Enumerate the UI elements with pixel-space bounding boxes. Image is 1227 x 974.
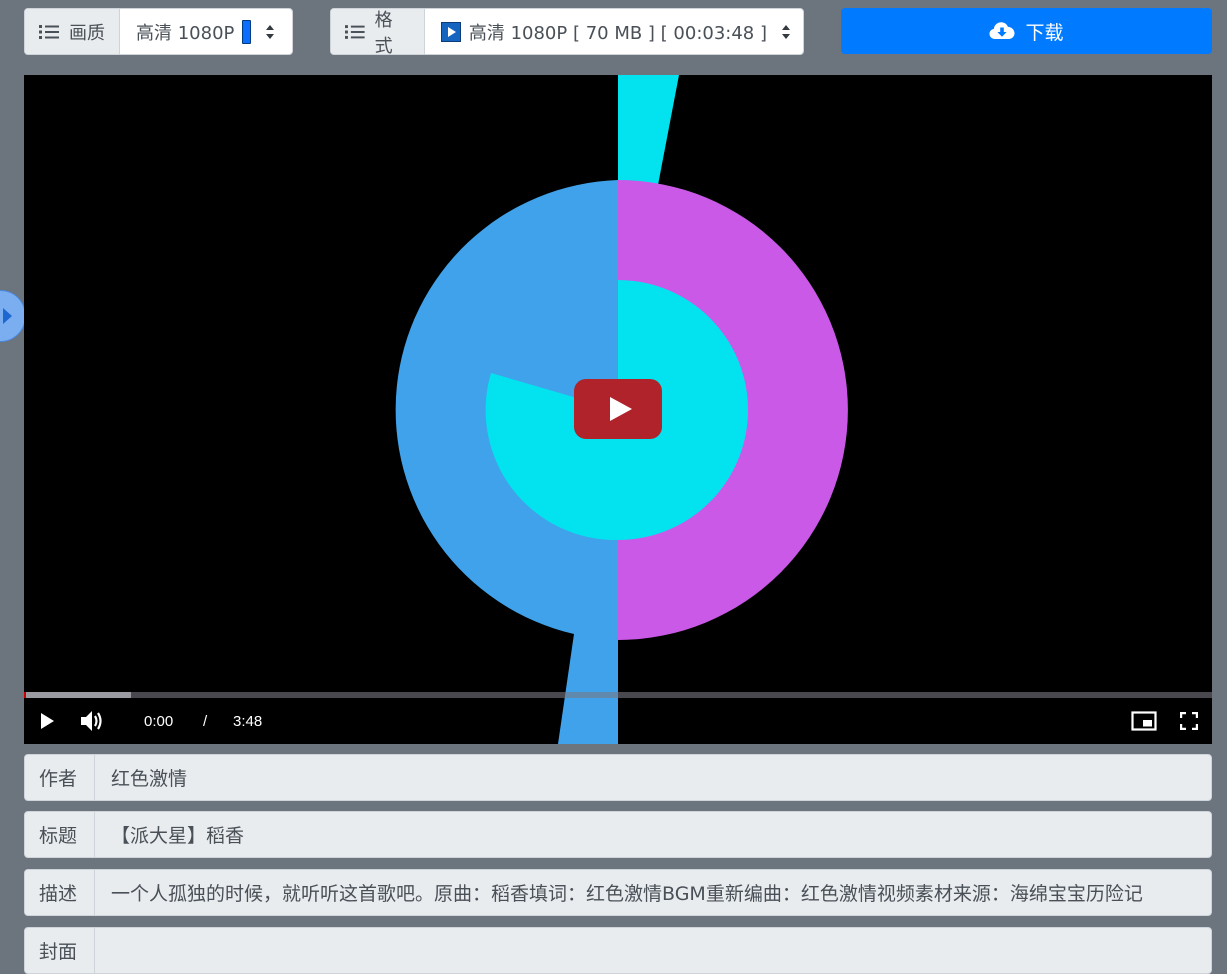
title-field: 标题 【派大星】稻香: [24, 811, 1212, 858]
format-label: 格式: [331, 9, 425, 54]
format-select-group: 格式 高清 1080P [ 70 MB ] [ 00:03:48 ]: [330, 8, 804, 55]
author-field: 作者 红色激情: [24, 754, 1212, 801]
cloud-download-icon: [989, 22, 1015, 39]
cover-value[interactable]: [95, 928, 1211, 973]
duration: 3:48: [233, 712, 263, 730]
hd-badge-icon: [242, 19, 252, 44]
side-panel-toggle[interactable]: [0, 290, 26, 342]
big-play-button[interactable]: [574, 379, 662, 439]
play-icon: [41, 713, 54, 729]
title-label: 标题: [25, 812, 95, 857]
select-caret-icon: [782, 24, 790, 39]
quality-select[interactable]: 高清 1080P: [120, 9, 287, 54]
list-icon: [345, 24, 365, 39]
quality-label: 画质: [25, 9, 120, 54]
cover-label: 封面: [25, 928, 95, 973]
quality-label-text: 画质: [69, 22, 105, 44]
description-value[interactable]: 一个人孤独的时候，就听听这首歌吧。原曲：稻香填词：红色激情BGM重新编曲：红色激…: [95, 870, 1211, 915]
format-label-text: 格式: [374, 9, 393, 55]
volume-button[interactable]: [80, 698, 104, 744]
picture-in-picture-button[interactable]: [1131, 698, 1157, 744]
author-value[interactable]: 红色激情: [95, 755, 1211, 800]
current-time: 0:00: [144, 712, 174, 730]
author-label: 作者: [25, 755, 95, 800]
title-value[interactable]: 【派大星】稻香: [95, 812, 1211, 857]
volume-icon: [81, 711, 102, 731]
picture-in-picture-icon: [1131, 711, 1157, 731]
player-controls: 0:00 / 3:48: [24, 698, 1212, 744]
video-player[interactable]: 0:00 / 3:48: [24, 75, 1212, 744]
description-label: 描述: [25, 870, 95, 915]
format-select[interactable]: 高清 1080P [ 70 MB ] [ 00:03:48 ]: [425, 9, 803, 54]
video-format-icon: [440, 21, 461, 42]
quality-select-group: 画质 高清 1080P: [24, 8, 293, 55]
format-select-value: 高清 1080P [ 70 MB ] [ 00:03:48 ]: [468, 22, 767, 44]
toolbar: 画质 高清 1080P 格式 高清 1080P [ 70 MB ] [ 00:0…: [24, 8, 1227, 55]
description-field: 描述 一个人孤独的时候，就听听这首歌吧。原曲：稻香填词：红色激情BGM重新编曲：…: [24, 869, 1212, 916]
fullscreen-icon: [1180, 712, 1198, 730]
download-label: 下载: [1025, 21, 1064, 44]
list-icon: [39, 24, 59, 39]
fullscreen-button[interactable]: [1180, 698, 1198, 744]
time-separator: /: [203, 712, 208, 730]
quality-select-value: 高清 1080P: [136, 22, 235, 44]
download-button[interactable]: 下载: [841, 8, 1212, 54]
play-button[interactable]: [38, 698, 56, 744]
select-caret-icon: [266, 24, 275, 39]
cover-field: 封面: [24, 927, 1212, 974]
